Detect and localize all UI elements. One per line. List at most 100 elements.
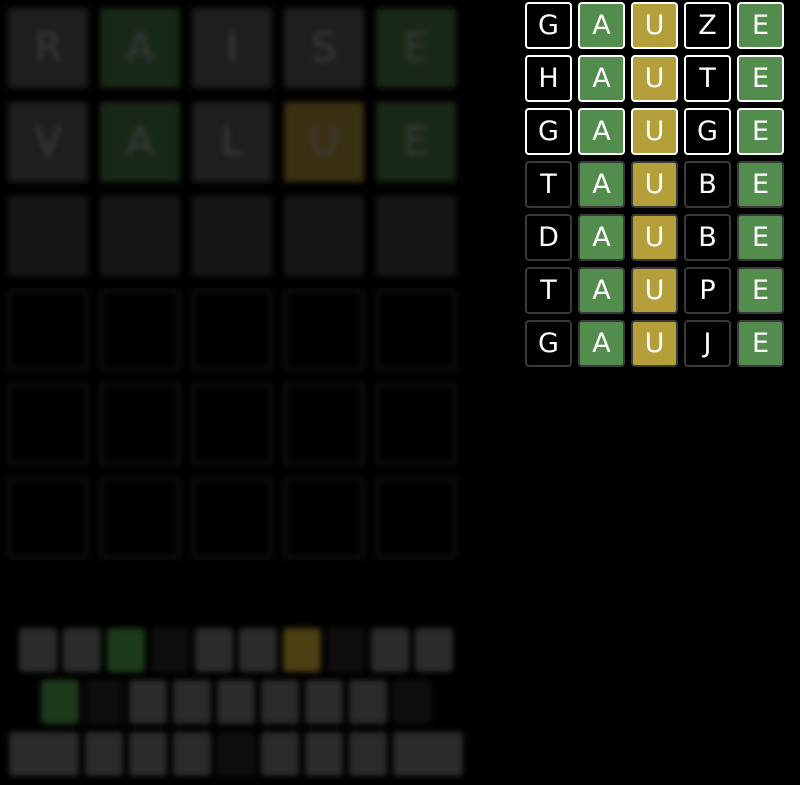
board-cell [284, 478, 364, 558]
candidate-tile: H [525, 55, 572, 102]
board-cell [192, 478, 272, 558]
candidate-tile: A [578, 55, 625, 102]
candidate-tile: Z [684, 2, 731, 49]
candidate-tile: U [631, 267, 678, 314]
keyboard-key[interactable] [9, 732, 79, 776]
board-cell [100, 196, 180, 276]
board-cell: R [8, 8, 88, 88]
candidate-tile: A [578, 161, 625, 208]
candidate-tile: E [737, 320, 784, 367]
candidate-tile: E [737, 214, 784, 261]
keyboard-key[interactable] [173, 680, 211, 724]
board-cell [100, 290, 180, 370]
candidate-tile: T [525, 267, 572, 314]
board-cell [8, 196, 88, 276]
board-cell: L [192, 102, 272, 182]
keyboard-key[interactable] [393, 732, 463, 776]
keyboard-key[interactable] [393, 680, 431, 724]
candidate-tile: U [631, 161, 678, 208]
keyboard-key[interactable] [283, 628, 321, 672]
candidate-tile: U [631, 55, 678, 102]
candidate-tile: G [525, 2, 572, 49]
board-cell [284, 290, 364, 370]
candidate-tile: G [525, 320, 572, 367]
board-cell: E [376, 102, 456, 182]
candidate-tile: B [684, 214, 731, 261]
candidate-tile: T [684, 55, 731, 102]
board-cell: I [192, 8, 272, 88]
keyboard-key[interactable] [129, 680, 167, 724]
board-cell: A [100, 102, 180, 182]
board-cell [192, 196, 272, 276]
keyboard-key[interactable] [63, 628, 101, 672]
candidate-tile: B [684, 161, 731, 208]
keyboard-key[interactable] [129, 732, 167, 776]
candidate-tile: U [631, 108, 678, 155]
candidate-tile: J [684, 320, 731, 367]
candidate-tile: A [578, 320, 625, 367]
board-cell [376, 196, 456, 276]
board-cell: S [284, 8, 364, 88]
background-keyboard [6, 628, 466, 784]
candidate-tile: D [525, 214, 572, 261]
keyboard-key[interactable] [261, 732, 299, 776]
candidate-words-panel: GAUZEHAUTEGAUGETAUBEDAUBETAUPEGAUJE [525, 2, 784, 367]
board-cell [376, 478, 456, 558]
candidate-tile: E [737, 108, 784, 155]
board-cell: U [284, 102, 364, 182]
candidate-tile: A [578, 2, 625, 49]
board-cell [376, 290, 456, 370]
board-cell: E [376, 8, 456, 88]
candidate-tile: G [525, 108, 572, 155]
candidate-tile: U [631, 214, 678, 261]
candidate-tile: A [578, 214, 625, 261]
board-cell [100, 478, 180, 558]
keyboard-key[interactable] [85, 732, 123, 776]
board-cell [8, 478, 88, 558]
keyboard-row [6, 628, 466, 672]
keyboard-key[interactable] [107, 628, 145, 672]
board-cell [100, 384, 180, 464]
background-board: RAISE VALUE [8, 8, 456, 558]
candidate-tile: E [737, 2, 784, 49]
board-cell [376, 384, 456, 464]
candidate-tile: G [684, 108, 731, 155]
board-cell [284, 384, 364, 464]
blurred-game-background: RAISE VALUE [0, 0, 470, 785]
keyboard-key[interactable] [217, 680, 255, 724]
keyboard-row [6, 680, 466, 724]
candidate-tile: U [631, 2, 678, 49]
board-cell: V [8, 102, 88, 182]
candidate-tile: P [684, 267, 731, 314]
candidate-tile: A [578, 108, 625, 155]
board-cell [284, 196, 364, 276]
keyboard-key[interactable] [173, 732, 211, 776]
keyboard-key[interactable] [195, 628, 233, 672]
candidate-tile: A [578, 267, 625, 314]
candidate-tile: E [737, 267, 784, 314]
keyboard-key[interactable] [151, 628, 189, 672]
keyboard-key[interactable] [349, 680, 387, 724]
candidate-tile: E [737, 55, 784, 102]
keyboard-key[interactable] [19, 628, 57, 672]
keyboard-key[interactable] [415, 628, 453, 672]
keyboard-key[interactable] [239, 628, 277, 672]
board-cell: A [100, 8, 180, 88]
keyboard-key[interactable] [305, 680, 343, 724]
keyboard-key[interactable] [217, 732, 255, 776]
board-cell [8, 384, 88, 464]
keyboard-key[interactable] [41, 680, 79, 724]
board-cell [192, 290, 272, 370]
keyboard-key[interactable] [327, 628, 365, 672]
board-cell [8, 290, 88, 370]
keyboard-key[interactable] [349, 732, 387, 776]
candidate-tile: U [631, 320, 678, 367]
keyboard-key[interactable] [261, 680, 299, 724]
candidate-tile: T [525, 161, 572, 208]
keyboard-key[interactable] [85, 680, 123, 724]
board-cell [192, 384, 272, 464]
keyboard-key[interactable] [305, 732, 343, 776]
candidate-tile: E [737, 161, 784, 208]
keyboard-row [6, 732, 466, 776]
keyboard-key[interactable] [371, 628, 409, 672]
